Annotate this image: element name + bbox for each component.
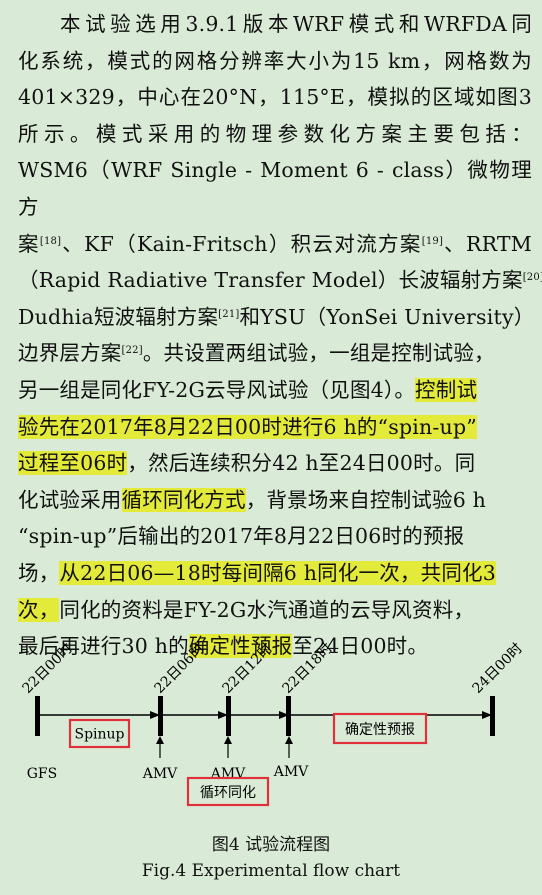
text: Dudhia短波辐射方案 (18, 304, 219, 329)
para-line: WSM6（WRF Single - Moment 6 - class）微物理方 (18, 158, 532, 219)
text: ，然后连续积分42 h至24日00时。同 (127, 451, 476, 476)
body-paragraph: 本试验选用3.9.1版本WRF模式和WRFDA同 化系统，模式的网格分辨率大小为… (18, 6, 542, 665)
reference-21[interactable]: [21] (218, 309, 239, 320)
text: 、RRTM (443, 231, 532, 256)
reference-22[interactable]: [22] (122, 345, 143, 356)
text: 场， (18, 560, 60, 585)
highlight: 从22日06—18时每间隔6 h同化一次，共同化3 (59, 560, 496, 585)
time-label: 24日00时 (470, 641, 526, 697)
time-label: 22日00时 (20, 641, 76, 697)
reference-19[interactable]: [19] (422, 236, 443, 247)
para-line: 场，从22日06—18时每间隔6 h同化一次，共同化3 (18, 555, 532, 592)
para-line: 化试验采用循环同化方式，背景场来自控制试验6 h (18, 482, 532, 519)
text: 、KF（Kain-Fritsch）积云对流方案 (61, 231, 422, 256)
text: （Rapid Radiative Transfer Model）长波辐射方案 (18, 268, 523, 293)
text: 案 (18, 231, 40, 256)
time-tick (35, 696, 40, 736)
reference-18[interactable]: [18] (40, 236, 61, 247)
para-line: 验先在2017年8月22日00时进行6 h的“spin-up” (18, 409, 532, 446)
text: 另一组是同化FY-2G云导风试验（见图4）。 (18, 377, 416, 402)
figure-caption-en: Fig.4 Experimental flow chart (141, 861, 401, 881)
para-line: Dudhia短波辐射方案[21]和YSU（YonSei University） (18, 299, 535, 336)
highlight: 控制试 (415, 377, 478, 402)
highlight: 验先在2017年8月22日00时进行6 h的“spin-up” (18, 414, 477, 439)
highlight: 过程至06时 (18, 451, 128, 476)
forecast-label: 确定性预报 (345, 722, 415, 738)
para-line: 另一组是同化FY-2G云导风试验（见图4）。控制试 (18, 372, 532, 409)
highlight: 次， (18, 597, 60, 622)
para-line: 401×329，中心在20°N，115°E，模拟的区域如图3 (18, 85, 532, 110)
text: 同化的资料是FY-2G水汽通道的云导风资料， (59, 597, 475, 622)
flow-chart: 22日00时 22日06时 22日12时 22日18时 24日00时 Spinu… (20, 641, 526, 807)
highlight: 循环同化方式 (121, 487, 246, 512)
time-label: 22日06时 (152, 641, 208, 697)
arrow-up-icon (285, 736, 293, 744)
para-line: 次，同化的资料是FY-2G水汽通道的云导风资料， (18, 592, 532, 629)
arrow-up-icon (156, 736, 164, 744)
time-tick (158, 696, 163, 736)
text: 化试验采用 (18, 487, 122, 512)
para-line: “spin-up”后输出的2017年8月22日06时的预报 (18, 524, 465, 549)
para-line: 化系统，模式的网格分辨率大小为15 km，网格数为 (18, 48, 532, 73)
cycle-label: 循环同化 (200, 785, 256, 801)
para-line: 边界层方案[22]。共设置两组试验，一组是控制试验， (18, 335, 532, 372)
para-line: 过程至06时，然后连续积分42 h至24日00时。同 (18, 445, 532, 482)
text: ，背景场来自控制试验6 h (245, 487, 487, 512)
time-label: 22日12时 (220, 641, 276, 697)
text: 边界层方案 (18, 341, 122, 366)
text: 和YSU（YonSei University） (239, 304, 535, 329)
para-line: 所示。模式采用的物理参数化方案主要包括： (18, 121, 532, 146)
para-line: （Rapid Radiative Transfer Model）长波辐射方案[2… (18, 262, 542, 299)
spinup-label: Spinup (74, 727, 124, 743)
time-tick (226, 696, 231, 736)
time-label: 22日18时 (280, 641, 336, 697)
arrow-up-icon (224, 736, 232, 744)
para-line: 案[18]、KF（Kain-Fritsch）积云对流方案[19]、RRTM (18, 226, 532, 263)
para-line: 本试验选用3.9.1版本WRF模式和WRFDA同 (60, 12, 532, 36)
time-tick (490, 696, 495, 736)
amv-label: AMV (142, 766, 178, 782)
text: 。共设置两组试验，一组是控制试验， (142, 341, 495, 366)
amv-label: AMV (273, 764, 309, 780)
time-tick (286, 696, 291, 736)
gfs-label: GFS (27, 766, 58, 782)
figure-caption-cn: 图4 试验流程图 (211, 835, 331, 855)
reference-20[interactable]: [20] (523, 272, 542, 283)
